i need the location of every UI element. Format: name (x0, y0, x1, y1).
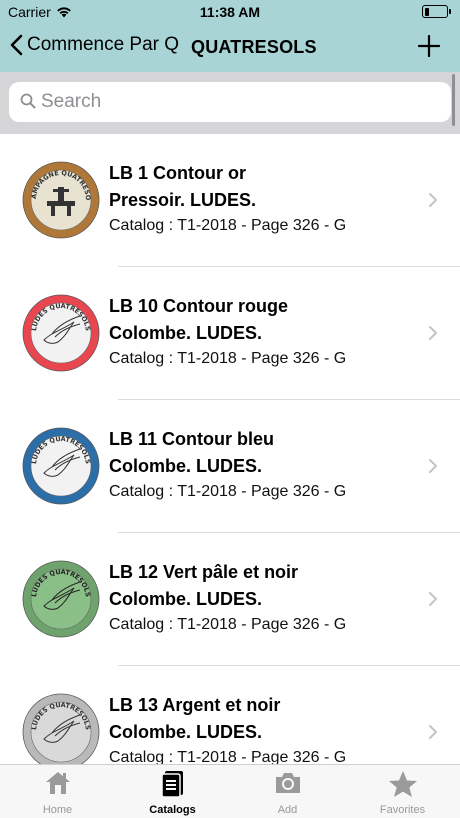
cap-thumbnail: LUDES QUATRESOLS (22, 560, 100, 643)
cap-thumbnail: LUDES QUATRESOLS (22, 427, 100, 510)
tab-favorites[interactable]: Favorites (345, 765, 460, 818)
list-item[interactable]: LUDES QUATRESOLS LB 13 Argent et noir Co… (0, 666, 460, 764)
press-emblem (47, 201, 75, 206)
item-subtitle: Pressoir. LUDES. (109, 190, 257, 210)
back-button-label: Commence Par Q (27, 34, 180, 55)
home-icon (45, 772, 70, 794)
plus-icon (417, 34, 441, 58)
cap-list: CHAMPAGNE QUATRESOLS LB 1 Contour or Pre… (0, 134, 460, 764)
search-bar (0, 72, 460, 134)
list-item[interactable]: LUDES QUATRESOLS LB 12 Vert pâle et noir… (0, 533, 460, 666)
status-bar: Carrier 11:38 AM (0, 0, 460, 24)
status-time: 11:38 AM (199, 4, 261, 20)
item-title: LB 12 Vert pâle et noir (109, 562, 299, 582)
tab-label: Add (277, 804, 298, 816)
item-subtitle: Colombe. LUDES. (109, 323, 263, 343)
page-title: QUATRESOLS (191, 37, 317, 57)
cap-thumbnail: LUDES QUATRESOLS (22, 693, 100, 764)
item-subtitle: Colombe. LUDES. (109, 589, 263, 609)
tab-label: Home (42, 804, 73, 816)
catalogs-icon (160, 771, 183, 798)
battery-icon (422, 5, 451, 18)
search-field[interactable] (9, 82, 451, 122)
item-catalog-info: Catalog : T1-2018 - Page 326 - G (109, 483, 347, 500)
item-subtitle: Colombe. LUDES. (109, 456, 263, 476)
list-item[interactable]: LUDES QUATRESOLS LB 11 Contour bleu Colo… (0, 400, 460, 533)
item-catalog-info: Catalog : T1-2018 - Page 326 - G (109, 749, 347, 764)
item-catalog-info: Catalog : T1-2018 - Page 326 - G (109, 350, 347, 367)
back-button[interactable]: Commence Par Q (10, 34, 179, 56)
item-title: LB 13 Argent et noir (109, 695, 281, 715)
cap-thumbnail: CHAMPAGNE QUATRESOLS (19, 155, 100, 244)
search-input[interactable] (9, 91, 451, 113)
scroll-indicator (452, 74, 455, 126)
add-button[interactable] (417, 34, 441, 62)
item-catalog-info: Catalog : T1-2018 - Page 326 - G (109, 217, 347, 234)
item-subtitle: Colombe. LUDES. (109, 722, 263, 742)
chevron-right-icon (429, 326, 437, 340)
star-icon (388, 771, 417, 797)
item-title: LB 11 Contour bleu (109, 429, 275, 449)
chevron-right-icon (429, 725, 437, 739)
item-catalog-info: Catalog : T1-2018 - Page 326 - G (109, 616, 347, 633)
tab-catalogs[interactable]: Catalogs (115, 765, 230, 818)
search-icon (20, 93, 36, 109)
chevron-left-icon (10, 34, 23, 56)
chevron-right-icon (429, 459, 437, 473)
cap-thumbnail: LUDES QUATRESOLS (22, 294, 100, 377)
tab-label: Favorites (379, 804, 426, 816)
chevron-right-icon (429, 193, 437, 207)
tab-home[interactable]: Home (0, 765, 115, 818)
camera-icon (275, 773, 300, 793)
chevron-right-icon (429, 592, 437, 606)
item-title: LB 1 Contour or (109, 163, 246, 183)
tab-bar: Home Catalogs Add Favorites (0, 764, 460, 818)
tab-label: Catalogs (149, 804, 196, 816)
navigation-bar: Commence Par Q QUATRESOLS (0, 24, 460, 72)
list-item[interactable]: CHAMPAGNE QUATRESOLS LB 1 Contour or Pre… (0, 134, 460, 267)
item-title: LB 10 Contour rouge (109, 296, 288, 316)
list-item[interactable]: LUDES QUATRESOLS LB 10 Contour rouge Col… (0, 267, 460, 400)
tab-add[interactable]: Add (230, 765, 345, 818)
